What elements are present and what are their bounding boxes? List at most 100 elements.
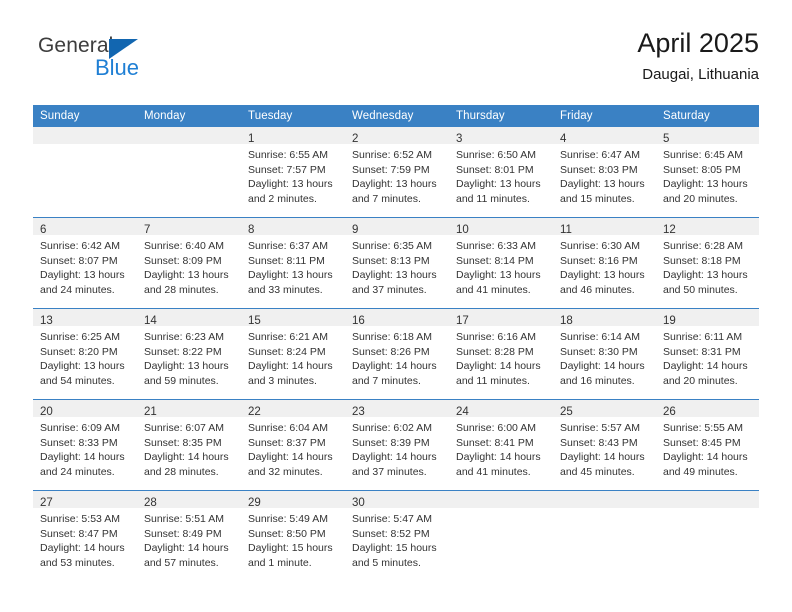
calendar-day-cell[interactable]: 28 Sunrise: 5:51 AM Sunset: 8:49 PM Dayligh…: [137, 490, 241, 581]
day-detail-line: Sunset: 8:26 PM: [352, 345, 430, 358]
calendar-day-cell[interactable]: 10 Sunrise: 6:33 AM Sunset: 8:14 PM Dayligh…: [449, 217, 553, 309]
calendar-day-cell[interactable]: 15 Sunrise: 6:21 AM Sunset: 8:24 PM Dayligh…: [241, 308, 345, 400]
day-detail-line: and 28 minutes.: [144, 283, 219, 296]
day-detail-line: Sunset: 8:05 PM: [663, 163, 741, 176]
calendar-day-cell[interactable]: 1 Sunrise: 6:55 AM Sunset: 7:57 PM Daylight…: [241, 127, 345, 218]
calendar-day-cell-empty: [33, 127, 137, 218]
calendar-day-cell[interactable]: 27 Sunrise: 5:53 AM Sunset: 8:47 PM Dayligh…: [33, 490, 137, 581]
day-detail-line: and 1 minute.: [248, 556, 312, 569]
day-detail-line: Sunset: 8:09 PM: [144, 254, 222, 267]
day-detail-line: Sunrise: 6:52 AM: [352, 149, 432, 161]
day-detail-block: Sunrise: 5:51 AM Sunset: 8:49 PM Daylight:…: [137, 508, 241, 570]
day-number-band: 4: [553, 127, 656, 145]
day-detail-block: Sunrise: 6:25 AM Sunset: 8:20 PM Daylight:…: [33, 326, 137, 388]
day-detail-line: Sunset: 8:41 PM: [456, 436, 534, 449]
day-number-band: 1: [241, 127, 345, 145]
calendar-day-cell[interactable]: 21 Sunrise: 6:07 AM Sunset: 8:35 PM Dayligh…: [137, 399, 241, 491]
day-detail-line: Sunset: 8:03 PM: [560, 163, 638, 176]
calendar-day-cell[interactable]: 18 Sunrise: 6:14 AM Sunset: 8:30 PM Dayligh…: [553, 308, 656, 400]
day-number-band: 29: [241, 491, 345, 509]
day-detail-block: Sunrise: 6:33 AM Sunset: 8:14 PM Daylight:…: [449, 235, 553, 297]
calendar-day-cell[interactable]: 22 Sunrise: 6:04 AM Sunset: 8:37 PM Dayligh…: [241, 399, 345, 491]
calendar-day-cell[interactable]: 23 Sunrise: 6:02 AM Sunset: 8:39 PM Dayligh…: [345, 399, 449, 491]
day-detail-line: and 24 minutes.: [40, 465, 115, 478]
day-detail-line: Sunset: 8:49 PM: [144, 527, 222, 540]
day-number-band: 19: [656, 309, 759, 327]
day-detail-line: and 33 minutes.: [248, 283, 323, 296]
day-detail-block: Sunrise: 6:04 AM Sunset: 8:37 PM Daylight:…: [241, 417, 345, 479]
day-number: 28: [144, 497, 157, 509]
calendar-day-cell[interactable]: 20 Sunrise: 6:09 AM Sunset: 8:33 PM Dayligh…: [33, 399, 137, 491]
calendar-day-cell[interactable]: 12 Sunrise: 6:28 AM Sunset: 8:18 PM Dayligh…: [656, 217, 759, 309]
day-detail-line: Daylight: 14 hours: [144, 451, 229, 464]
day-detail-line: Daylight: 14 hours: [144, 542, 229, 555]
calendar-day-cell[interactable]: 2 Sunrise: 6:52 AM Sunset: 7:59 PM Daylight…: [345, 127, 449, 218]
day-number-band: 24: [449, 400, 553, 418]
day-detail-block: [33, 144, 137, 148]
calendar-day-cell[interactable]: 24 Sunrise: 6:00 AM Sunset: 8:41 PM Dayligh…: [449, 399, 553, 491]
day-number-band: 11: [553, 218, 656, 236]
calendar-day-cell[interactable]: 30 Sunrise: 5:47 AM Sunset: 8:52 PM Dayligh…: [345, 490, 449, 581]
day-detail-line: Daylight: 13 hours: [144, 269, 229, 282]
calendar-day-cell[interactable]: 9 Sunrise: 6:35 AM Sunset: 8:13 PM Daylight…: [345, 217, 449, 309]
day-detail-block: Sunrise: 5:57 AM Sunset: 8:43 PM Daylight:…: [553, 417, 656, 479]
day-detail-line: Daylight: 13 hours: [352, 269, 437, 282]
day-detail-block: Sunrise: 6:35 AM Sunset: 8:13 PM Daylight:…: [345, 235, 449, 297]
day-number-band: 17: [449, 309, 553, 327]
general-blue-logo[interactable]: General Blue: [33, 34, 233, 86]
calendar-day-cell[interactable]: 29 Sunrise: 5:49 AM Sunset: 8:50 PM Dayligh…: [241, 490, 345, 581]
calendar-day-cell[interactable]: 7 Sunrise: 6:40 AM Sunset: 8:09 PM Daylight…: [137, 217, 241, 309]
calendar-day-cell[interactable]: 11 Sunrise: 6:30 AM Sunset: 8:16 PM Dayligh…: [553, 217, 656, 309]
day-number-band: 13: [33, 309, 137, 327]
day-detail-line: and 53 minutes.: [40, 556, 115, 569]
calendar-day-cell[interactable]: 5 Sunrise: 6:45 AM Sunset: 8:05 PM Daylight…: [656, 127, 759, 218]
calendar-day-cell-empty: [656, 490, 759, 581]
day-detail-block: Sunrise: 6:52 AM Sunset: 7:59 PM Daylight:…: [345, 144, 449, 206]
day-number: 3: [456, 133, 463, 145]
day-number-band: 27: [33, 491, 137, 509]
day-detail-line: Daylight: 13 hours: [40, 269, 125, 282]
logo-text-blue: Blue: [95, 55, 140, 80]
weekday-header-saturday: Saturday: [656, 105, 759, 127]
day-detail-line: Daylight: 14 hours: [456, 360, 541, 373]
day-detail-block: Sunrise: 6:02 AM Sunset: 8:39 PM Daylight:…: [345, 417, 449, 479]
day-detail-line: Sunrise: 6:25 AM: [40, 331, 120, 343]
day-detail-block: Sunrise: 6:18 AM Sunset: 8:26 PM Daylight:…: [345, 326, 449, 388]
day-number-band: 14: [137, 309, 241, 327]
calendar-day-cell[interactable]: 3 Sunrise: 6:50 AM Sunset: 8:01 PM Daylight…: [449, 127, 553, 218]
day-detail-line: Sunrise: 6:18 AM: [352, 331, 432, 343]
page-title: April 2025: [637, 28, 759, 58]
day-detail-line: Sunrise: 6:02 AM: [352, 422, 432, 434]
day-detail-line: Daylight: 13 hours: [144, 360, 229, 373]
day-number-band: 2: [345, 127, 449, 145]
day-detail-line: and 54 minutes.: [40, 374, 115, 387]
calendar-day-cell[interactable]: 16 Sunrise: 6:18 AM Sunset: 8:26 PM Dayligh…: [345, 308, 449, 400]
calendar-week-row: 6 Sunrise: 6:42 AM Sunset: 8:07 PM Daylight…: [33, 217, 759, 309]
day-detail-block: Sunrise: 5:55 AM Sunset: 8:45 PM Daylight:…: [656, 417, 759, 479]
day-detail-line: and 28 minutes.: [144, 465, 219, 478]
day-detail-block: Sunrise: 5:53 AM Sunset: 8:47 PM Daylight:…: [33, 508, 137, 570]
calendar-day-cell[interactable]: 8 Sunrise: 6:37 AM Sunset: 8:11 PM Daylight…: [241, 217, 345, 309]
day-detail-line: and 2 minutes.: [248, 192, 317, 205]
page-subtitle: Daugai, Lithuania: [642, 66, 759, 83]
day-detail-line: Sunrise: 6:47 AM: [560, 149, 640, 161]
calendar-day-cell[interactable]: 4 Sunrise: 6:47 AM Sunset: 8:03 PM Daylight…: [553, 127, 656, 218]
calendar-day-cell[interactable]: 19 Sunrise: 6:11 AM Sunset: 8:31 PM Dayligh…: [656, 308, 759, 400]
day-number-band: 16: [345, 309, 449, 327]
calendar-day-cell[interactable]: 14 Sunrise: 6:23 AM Sunset: 8:22 PM Dayligh…: [137, 308, 241, 400]
day-detail-line: Sunset: 7:57 PM: [248, 163, 326, 176]
day-detail-line: and 50 minutes.: [663, 283, 738, 296]
calendar-day-cell[interactable]: 26 Sunrise: 5:55 AM Sunset: 8:45 PM Dayligh…: [656, 399, 759, 491]
calendar-day-cell[interactable]: 13 Sunrise: 6:25 AM Sunset: 8:20 PM Dayligh…: [33, 308, 137, 400]
day-detail-line: and 11 minutes.: [456, 374, 530, 387]
day-number-band: 25: [553, 400, 656, 418]
day-detail-line: Daylight: 13 hours: [663, 178, 748, 191]
day-detail-line: Daylight: 13 hours: [248, 269, 333, 282]
calendar-day-cell[interactable]: 6 Sunrise: 6:42 AM Sunset: 8:07 PM Daylight…: [33, 217, 137, 309]
calendar-day-cell[interactable]: 17 Sunrise: 6:16 AM Sunset: 8:28 PM Dayligh…: [449, 308, 553, 400]
day-number-band: 28: [137, 491, 241, 509]
day-number: 9: [352, 224, 359, 236]
calendar-day-cell[interactable]: 25 Sunrise: 5:57 AM Sunset: 8:43 PM Dayligh…: [553, 399, 656, 491]
day-detail-line: Sunrise: 6:07 AM: [144, 422, 224, 434]
calendar-day-cell-empty: [137, 127, 241, 218]
